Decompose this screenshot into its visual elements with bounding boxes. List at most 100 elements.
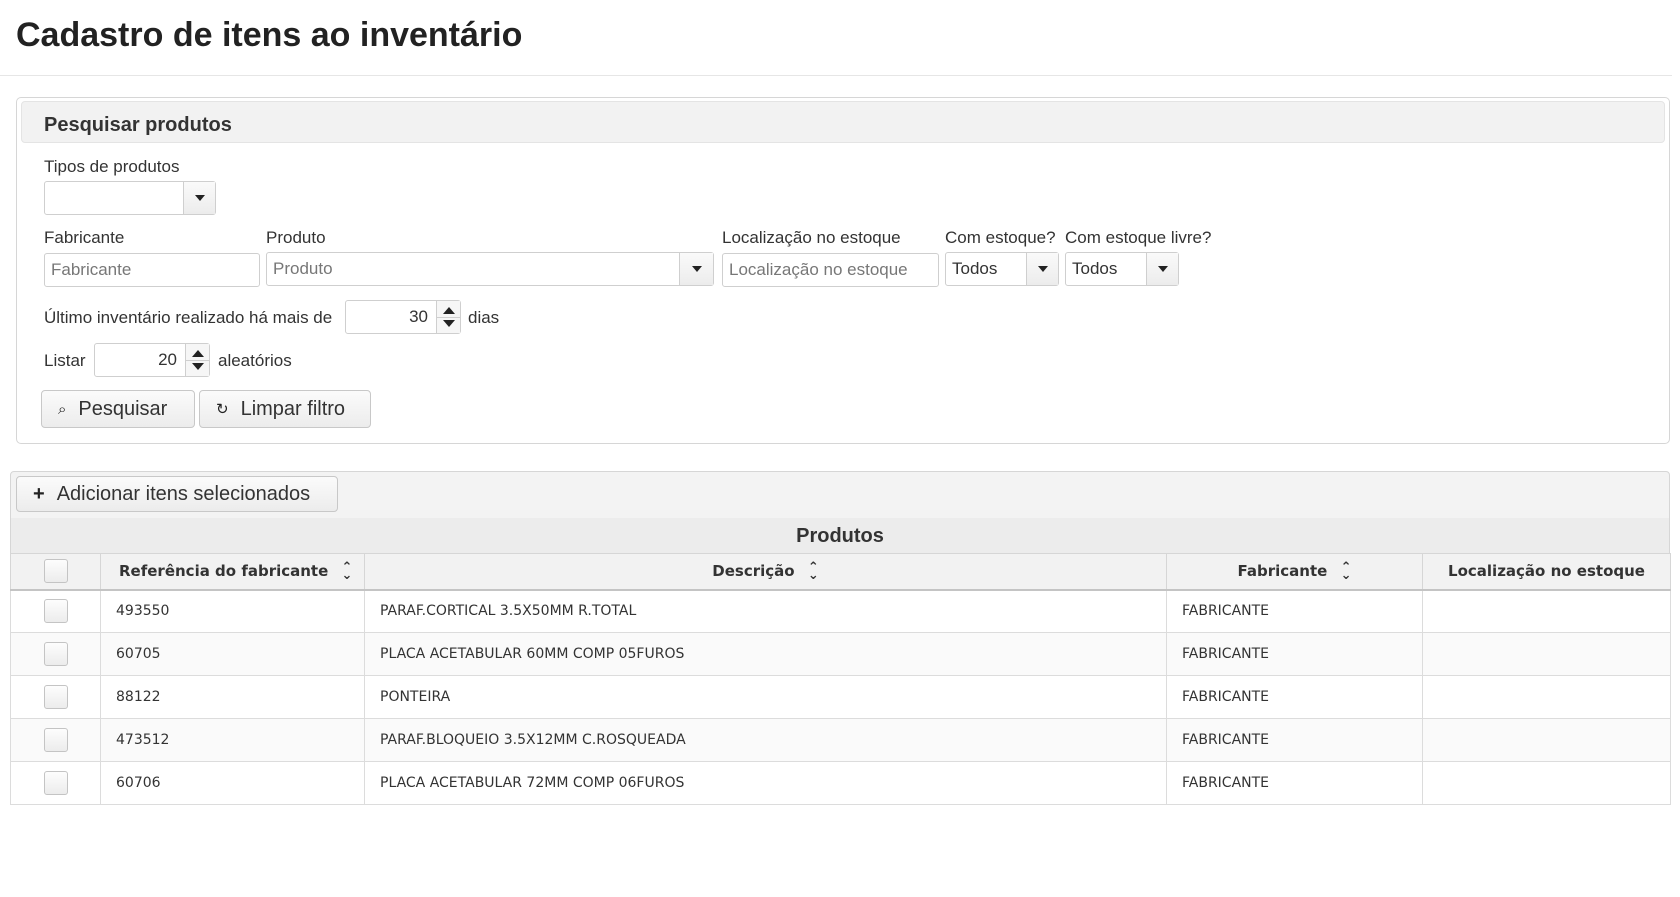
fabricante-input[interactable]: [44, 253, 260, 287]
fabricante-text-input[interactable]: [51, 260, 253, 280]
ultimo-inventario-spinner[interactable]: [436, 301, 460, 333]
cell-referencia: 88122: [100, 675, 365, 719]
row-checkbox[interactable]: [43, 599, 68, 624]
com-estoque-livre-select[interactable]: Todos: [1065, 252, 1179, 286]
cell-referencia: 60705: [100, 632, 365, 676]
cell-localizacao: [1422, 675, 1671, 719]
cell-localizacao: [1422, 589, 1671, 633]
adicionar-itens-label: Adicionar itens selecionados: [56, 482, 311, 505]
table-row[interactable]: 60705 PLACA ACETABULAR 60MM COMP 05FUROS…: [10, 632, 1671, 676]
cell-localizacao: [1422, 761, 1671, 805]
select-all-header[interactable]: [10, 553, 101, 591]
ultimo-inventario-label: Último inventário realizado há mais de: [44, 308, 333, 327]
com-estoque-label: Com estoque?: [945, 228, 1056, 247]
com-estoque-livre-label: Com estoque livre?: [1065, 228, 1212, 247]
com-estoque-dropdown-button[interactable]: [1026, 253, 1058, 285]
arrow-up-icon[interactable]: [192, 350, 204, 357]
row-select-cell[interactable]: [10, 632, 101, 676]
table-toolbar: + Adicionar itens selecionados: [10, 471, 1670, 519]
cell-fabricante: FABRICANTE: [1166, 589, 1423, 633]
produto-dropdown-button[interactable]: [679, 253, 713, 285]
produto-combobox[interactable]: [266, 252, 714, 286]
listar-suffix: aleatórios: [218, 351, 292, 370]
cell-referencia: 473512: [100, 718, 365, 762]
adicionar-itens-button[interactable]: + Adicionar itens selecionados: [16, 476, 338, 512]
ultimo-inventario-suffix: dias: [468, 308, 500, 327]
table-row[interactable]: 473512 PARAF.BLOQUEIO 3.5X12MM C.ROSQUEA…: [10, 718, 1671, 762]
cell-descricao: PARAF.BLOQUEIO 3.5X12MM C.ROSQUEADA: [364, 718, 1167, 762]
pesquisar-label: Pesquisar: [78, 397, 168, 420]
table-row[interactable]: 493550 PARAF.CORTICAL 3.5X50MM R.TOTAL F…: [10, 589, 1671, 633]
localizacao-label: Localização no estoque: [722, 228, 901, 247]
sort-icon[interactable]: ⌃ ⌄: [808, 561, 819, 582]
tipos-produtos-select[interactable]: [44, 181, 216, 215]
arrow-up-icon[interactable]: [443, 307, 455, 314]
table-header-row: Referência do fabricante ⌃ ⌄ Descrição ⌃ ⌄…: [10, 553, 1671, 591]
row-select-cell[interactable]: [10, 761, 101, 805]
ultimo-inventario-value[interactable]: 30: [409, 307, 428, 327]
com-estoque-value: Todos: [952, 259, 998, 278]
row-checkbox[interactable]: [43, 771, 68, 795]
com-estoque-select[interactable]: Todos: [945, 252, 1059, 286]
cell-referencia: 60706: [100, 761, 365, 805]
column-header-fabricante[interactable]: Fabricante ⌃ ⌄: [1166, 553, 1423, 591]
column-header-descricao[interactable]: Descrição ⌃ ⌄: [364, 553, 1167, 591]
products-table: Referência do fabricante ⌃ ⌄ Descrição ⌃ ⌄…: [10, 553, 1671, 805]
cell-localizacao: [1422, 718, 1671, 762]
column-header-localizacao-label: Localização no estoque: [1448, 562, 1645, 581]
localizacao-text-input[interactable]: [729, 260, 932, 280]
chevron-down-icon: [1157, 266, 1168, 272]
cell-fabricante: FABRICANTE: [1166, 675, 1423, 719]
spinner-divider: [437, 317, 460, 318]
limpar-filtro-button[interactable]: ↻ Limpar filtro: [199, 390, 371, 428]
arrow-down-icon[interactable]: [192, 363, 204, 370]
tipos-produtos-dropdown-button[interactable]: [183, 182, 215, 214]
row-select-cell[interactable]: [10, 675, 101, 719]
cell-referencia: 493550: [100, 589, 365, 633]
produto-label: Produto: [266, 228, 326, 247]
title-divider: [0, 75, 1672, 76]
column-header-referencia[interactable]: Referência do fabricante ⌃ ⌄: [100, 553, 365, 591]
chevron-down-icon: [1037, 266, 1048, 272]
spinner-divider: [186, 360, 209, 361]
produto-text-input[interactable]: [273, 259, 707, 279]
fabricante-label: Fabricante: [44, 228, 125, 247]
cell-descricao: PONTEIRA: [364, 675, 1167, 719]
column-header-fabricante-label: Fabricante: [1237, 562, 1328, 581]
arrow-down-icon[interactable]: [443, 320, 455, 327]
search-panel-header: Pesquisar produtos: [21, 101, 1665, 143]
row-checkbox[interactable]: [43, 728, 68, 752]
table-row[interactable]: 60706 PLACA ACETABULAR 72MM COMP 06FUROS…: [10, 761, 1671, 805]
cell-fabricante: FABRICANTE: [1166, 718, 1423, 762]
tipos-produtos-label: Tipos de produtos: [44, 157, 180, 176]
com-estoque-livre-dropdown-button[interactable]: [1146, 253, 1178, 285]
limpar-filtro-label: Limpar filtro: [240, 397, 346, 420]
column-header-localizacao: Localização no estoque: [1422, 553, 1671, 591]
localizacao-input[interactable]: [722, 253, 939, 287]
cell-fabricante: FABRICANTE: [1166, 632, 1423, 676]
sort-icon[interactable]: ⌃ ⌄: [1341, 561, 1352, 582]
column-header-referencia-label: Referência do fabricante: [119, 562, 329, 581]
search-panel: Pesquisar produtos Tipos de produtos Fab…: [16, 97, 1670, 444]
row-select-cell[interactable]: [10, 589, 101, 633]
row-select-cell[interactable]: [10, 718, 101, 762]
cell-descricao: PLACA ACETABULAR 72MM COMP 06FUROS: [364, 761, 1167, 805]
table-row[interactable]: 88122 PONTEIRA FABRICANTE: [10, 675, 1671, 719]
listar-spinner[interactable]: [185, 344, 209, 376]
sort-icon[interactable]: ⌃ ⌄: [342, 561, 353, 582]
cell-localizacao: [1422, 632, 1671, 676]
chevron-down-icon: [691, 266, 702, 272]
com-estoque-livre-value: Todos: [1072, 259, 1118, 278]
row-checkbox[interactable]: [43, 642, 68, 666]
plus-icon: +: [33, 482, 45, 505]
row-checkbox[interactable]: [43, 685, 68, 709]
pesquisar-button[interactable]: ⌕ Pesquisar: [41, 390, 195, 428]
select-all-checkbox[interactable]: [43, 559, 68, 584]
listar-stepper[interactable]: 20: [94, 343, 210, 377]
cell-descricao: PARAF.CORTICAL 3.5X50MM R.TOTAL: [364, 589, 1167, 633]
ultimo-inventario-stepper[interactable]: 30: [345, 300, 461, 334]
table-caption: Produtos: [10, 518, 1670, 554]
cell-descricao: PLACA ACETABULAR 60MM COMP 05FUROS: [364, 632, 1167, 676]
listar-value[interactable]: 20: [158, 350, 177, 370]
cell-fabricante: FABRICANTE: [1166, 761, 1423, 805]
